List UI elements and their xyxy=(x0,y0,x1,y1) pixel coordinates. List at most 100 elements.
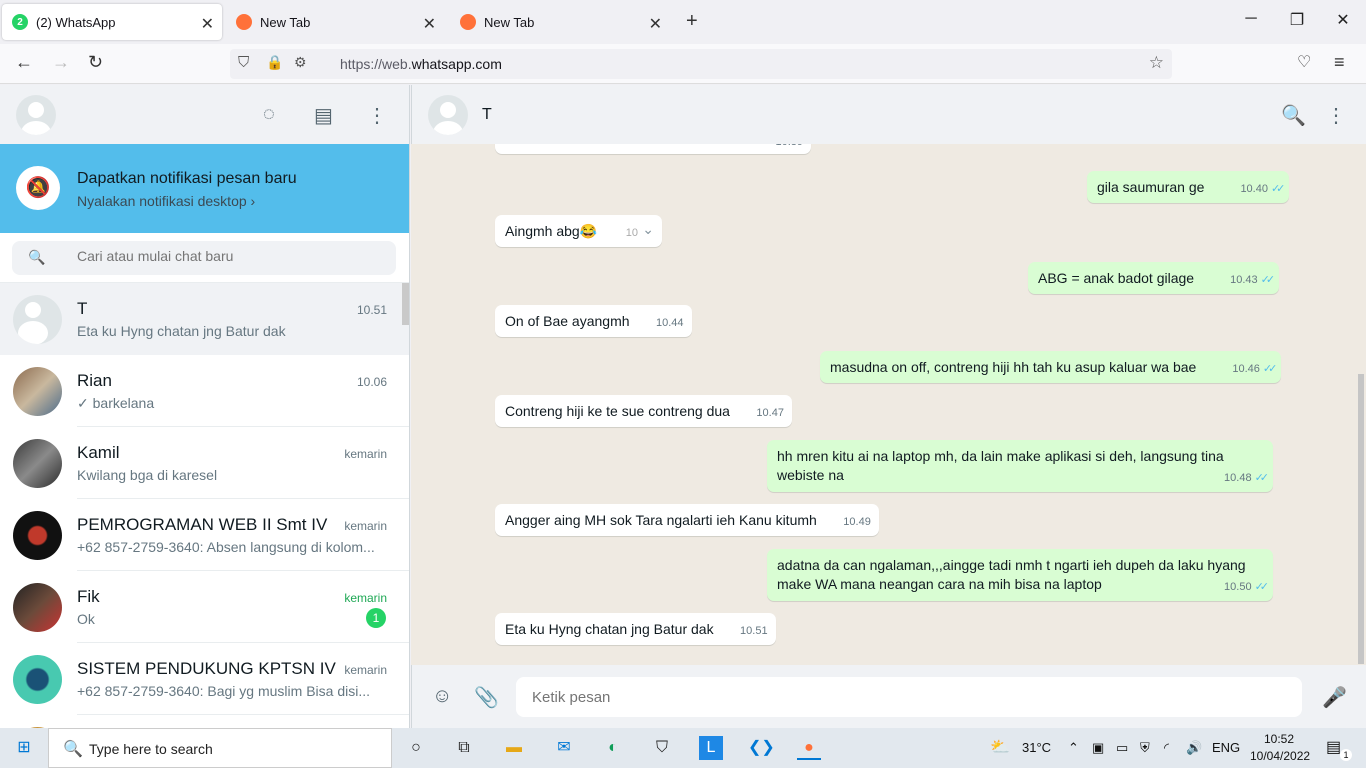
clock-time[interactable]: 10:52 xyxy=(1264,732,1294,746)
menu-icon[interactable]: ≡ xyxy=(1334,52,1345,73)
attach-icon[interactable]: 📎 xyxy=(474,685,499,710)
message-text: Angger aing MH sok Tara ngalarti ieh Kan… xyxy=(505,512,817,528)
bookmark-star-icon[interactable]: ☆ xyxy=(1149,53,1164,73)
language-indicator[interactable]: ENG xyxy=(1212,740,1240,755)
weather-icon[interactable]: ⛅ xyxy=(990,737,1010,757)
chat-time: kemarin xyxy=(344,591,387,605)
contact-name[interactable]: T xyxy=(482,106,492,124)
restore-button[interactable]: ❐ xyxy=(1274,10,1320,30)
message-time: 10.39 xyxy=(775,144,803,152)
my-avatar[interactable] xyxy=(16,95,56,135)
search-input[interactable] xyxy=(77,248,377,264)
notifications-icon[interactable]: ▤ xyxy=(1326,737,1341,757)
message-bubble-incoming: Contreng hiji ke te sue contreng dua 10.… xyxy=(495,395,792,427)
search-icon[interactable]: 🔍 xyxy=(1281,103,1306,128)
forward-button[interactable]: → xyxy=(52,52,70,73)
file-explorer-icon[interactable]: ▬ xyxy=(502,736,526,760)
chat-item-sistem-pendukung[interactable]: SISTEM PENDUKUNG KPTSN IV kemarin +62 85… xyxy=(0,643,409,715)
menu-dots-icon[interactable]: ⋮ xyxy=(367,103,387,128)
edge-icon[interactable]: ◐ xyxy=(601,736,625,760)
chat-item-fik[interactable]: Fik kemarin Ok 1 xyxy=(0,571,409,643)
windows-start-icon[interactable]: ⊞ xyxy=(12,736,36,760)
minimize-button[interactable]: ─ xyxy=(1228,10,1274,28)
url-bar[interactable]: ⛉ 🔒 ⚙ https://web.whatsapp.com ☆ xyxy=(230,49,1172,79)
new-tab-button[interactable]: + xyxy=(686,10,698,33)
chat-time: kemarin xyxy=(344,663,387,677)
search-box[interactable]: 🔍 xyxy=(12,241,396,275)
chat-item-t[interactable]: T 10.51 Eta ku Hyng chatan jng Batur dak xyxy=(0,283,409,355)
battery-icon[interactable]: ▭ xyxy=(1116,740,1128,756)
unread-badge: 1 xyxy=(366,608,386,628)
security-icon[interactable]: ⛨ xyxy=(1140,740,1150,756)
message-meta: 10.40 ✓✓ xyxy=(1240,180,1286,199)
chat-item-partial[interactable] xyxy=(0,715,409,728)
notification-link[interactable]: Nyalakan notifikasi desktop › xyxy=(77,193,255,209)
close-tab-icon[interactable]: ✕ xyxy=(649,14,662,34)
weather-temp[interactable]: 31°C xyxy=(1022,740,1051,755)
tab-new-1[interactable]: New Tab ✕ xyxy=(226,4,444,40)
menu-dots-icon[interactable]: ⋮ xyxy=(1326,103,1346,128)
wifi-icon[interactable]: ◜ xyxy=(1164,740,1169,756)
status-icon[interactable]: ◌ xyxy=(263,103,275,126)
l-app-icon[interactable]: L xyxy=(699,736,723,760)
shield-icon[interactable]: ⛉ xyxy=(238,54,249,71)
chat-item-rian[interactable]: Rian 10.06 ✓ barkelana xyxy=(0,355,409,427)
tab-new-2[interactable]: New Tab ✕ xyxy=(450,4,670,40)
reload-button[interactable]: ↻ xyxy=(88,52,103,73)
notification-banner[interactable]: 🔕 Dapatkan notifikasi pesan baru Nyalaka… xyxy=(0,144,409,233)
close-window-button[interactable]: ✕ xyxy=(1320,10,1366,30)
microphone-icon[interactable]: 🎤 xyxy=(1322,685,1347,710)
chevron-down-icon[interactable]: ⌄ xyxy=(642,220,654,239)
message-input[interactable] xyxy=(516,677,1302,717)
message-bubble-outgoing: gila saumuran ge 10.40 ✓✓ xyxy=(1087,171,1290,203)
close-tab-icon[interactable]: ✕ xyxy=(201,14,214,34)
chat-list-scrollbar[interactable] xyxy=(402,283,409,325)
volume-icon[interactable]: 🔊 xyxy=(1186,740,1202,756)
clock-date[interactable]: 10/04/2022 xyxy=(1250,749,1310,763)
task-view-icon[interactable]: ⧉ xyxy=(452,736,476,760)
firefox-icon[interactable]: ● xyxy=(797,736,821,760)
emoji-icon[interactable]: ☺ xyxy=(432,685,452,708)
lock-icon[interactable]: 🔒 xyxy=(266,54,283,71)
pocket-icon[interactable]: ♡ xyxy=(1297,52,1311,72)
url-text[interactable]: https://web.whatsapp.com xyxy=(340,56,502,72)
store-icon[interactable]: ⛉ xyxy=(650,736,674,760)
avatar xyxy=(13,295,62,344)
avatar xyxy=(13,367,62,416)
whatsapp-favicon-icon: 2 xyxy=(12,14,28,30)
back-button[interactable]: ← xyxy=(15,52,33,73)
message-bubble-incoming: On of Bae ayangmh 10.44 xyxy=(495,305,692,337)
message-meta: 10.46 ✓✓ xyxy=(1232,360,1278,379)
contact-avatar[interactable] xyxy=(428,95,468,135)
chat-name: Kamil xyxy=(77,443,120,462)
chat-time: kemarin xyxy=(344,519,387,533)
double-check-icon: ✓✓ xyxy=(1270,183,1286,195)
new-chat-icon[interactable]: ▤ xyxy=(314,103,333,128)
message-text: Contreng hiji ke te sue contreng dua xyxy=(505,403,730,419)
avatar xyxy=(13,583,62,632)
chat-item-kamil[interactable]: Kamil kemarin Kwilang bga di karesel xyxy=(0,427,409,499)
avatar xyxy=(13,439,62,488)
search-area: 🔍 xyxy=(0,233,409,283)
chat-name: T xyxy=(77,299,88,318)
show-hidden-icons-icon[interactable]: ⌃ xyxy=(1068,740,1079,756)
double-check-icon: ✓✓ xyxy=(1262,363,1278,375)
mail-icon[interactable]: ✉ xyxy=(552,736,576,760)
message-text: masudna on off, contreng hiji hh tah ku … xyxy=(830,359,1197,375)
meet-icon[interactable]: ▣ xyxy=(1092,740,1104,756)
taskbar-search[interactable]: 🔍 Type here to search xyxy=(48,728,392,768)
close-tab-icon[interactable]: ✕ xyxy=(423,14,436,34)
chat-name: Fik xyxy=(77,587,100,606)
tab-whatsapp[interactable]: 2 (2) WhatsApp ✕ xyxy=(2,4,222,40)
search-icon: 🔍 xyxy=(28,249,46,265)
permissions-icon[interactable]: ⚙ xyxy=(294,54,307,71)
vscode-icon[interactable]: ❮❯ xyxy=(748,736,775,760)
message-scrollbar[interactable] xyxy=(1358,374,1364,664)
double-check-icon: ✓✓ xyxy=(1254,472,1270,484)
cortana-icon[interactable]: ○ xyxy=(404,736,428,760)
chat-item-pemrograman-web[interactable]: PEMROGRAMAN WEB II Smt IV kemarin +62 85… xyxy=(0,499,409,571)
bell-off-icon: 🔕 xyxy=(16,166,60,210)
conversation-header[interactable]: T 🔍 ⋮ xyxy=(411,85,1366,144)
chat-name: Rian xyxy=(77,371,112,390)
message-text: hh mren kitu ai na laptop mh, da lain ma… xyxy=(777,448,1224,483)
